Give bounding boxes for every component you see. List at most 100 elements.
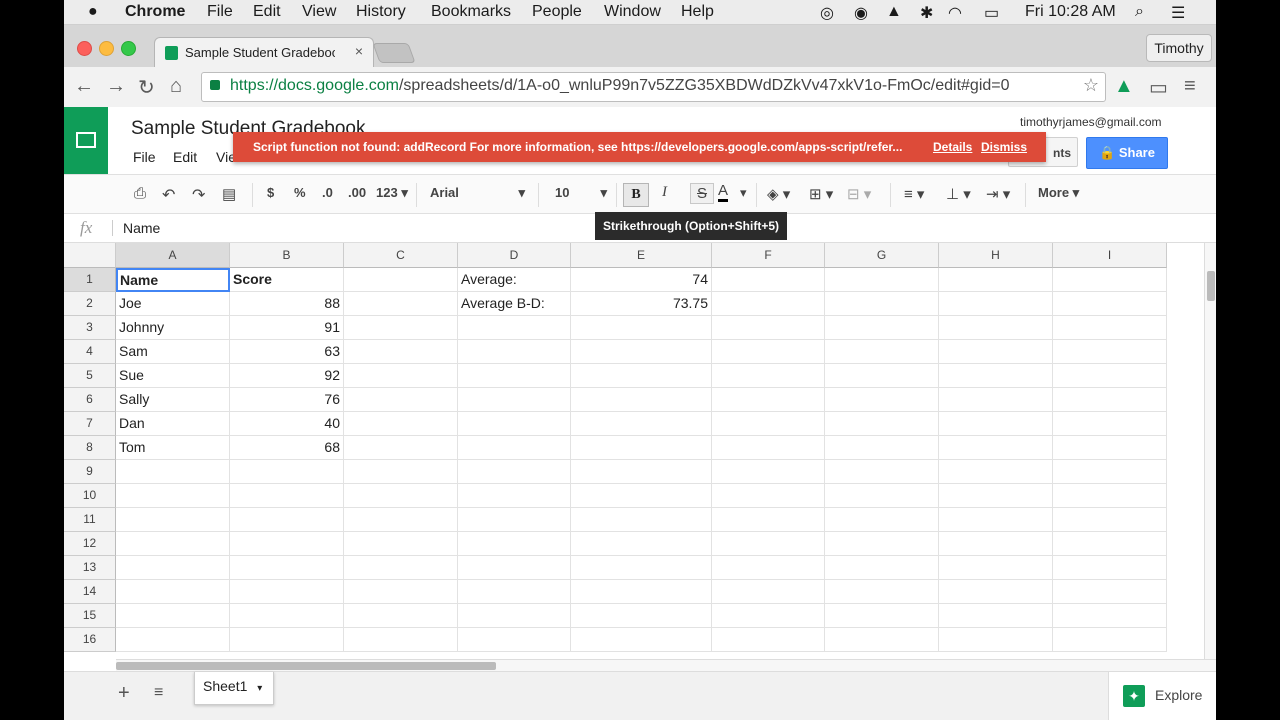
cell-f8[interactable] <box>712 436 825 460</box>
menubar-edit[interactable]: Edit <box>253 3 281 21</box>
cell-e12[interactable] <box>571 532 712 556</box>
cell-i11[interactable] <box>1053 508 1167 532</box>
cell-d14[interactable] <box>458 580 571 604</box>
cell-g16[interactable] <box>825 628 939 652</box>
cell-i5[interactable] <box>1053 364 1167 388</box>
borders-icon[interactable]: ⊞ ▾ <box>809 185 833 203</box>
creative-cloud-icon[interactable]: ◎ <box>820 3 834 23</box>
row-header-10[interactable]: 10 <box>64 484 116 508</box>
cell-d1[interactable]: Average: <box>458 268 571 292</box>
cell-f1[interactable] <box>712 268 825 292</box>
row-header-4[interactable]: 4 <box>64 340 116 364</box>
cell-c9[interactable] <box>344 460 458 484</box>
cell-d3[interactable] <box>458 316 571 340</box>
text-wrapping-icon[interactable]: ⇥ ▾ <box>986 185 1010 203</box>
menubar-clock[interactable]: Fri 10:28 AM <box>1025 3 1116 21</box>
cell-a9[interactable] <box>116 460 230 484</box>
cell-a3[interactable]: Johnny <box>116 316 230 340</box>
minimize-window-button[interactable] <box>99 41 114 56</box>
font-family-dropdown[interactable]: Arial ▾ <box>430 185 525 200</box>
cell-d9[interactable] <box>458 460 571 484</box>
cell-d6[interactable] <box>458 388 571 412</box>
cell-a13[interactable] <box>116 556 230 580</box>
cell-e6[interactable] <box>571 388 712 412</box>
cell-f7[interactable] <box>712 412 825 436</box>
browser-tab[interactable]: Sample Student Gradebook × <box>154 37 374 68</box>
cell-f10[interactable] <box>712 484 825 508</box>
cell-e9[interactable] <box>571 460 712 484</box>
cell-d7[interactable] <box>458 412 571 436</box>
cell-i10[interactable] <box>1053 484 1167 508</box>
notification-center-icon[interactable]: ☰ <box>1171 3 1185 23</box>
cell-i7[interactable] <box>1053 412 1167 436</box>
cell-d10[interactable] <box>458 484 571 508</box>
cell-d5[interactable] <box>458 364 571 388</box>
cell-h7[interactable] <box>939 412 1053 436</box>
paint-format-icon[interactable]: ▤ <box>222 185 236 203</box>
account-email[interactable]: timothyrjames@gmail.com <box>1020 115 1162 129</box>
cell-d2[interactable]: Average B-D: <box>458 292 571 316</box>
cell-i1[interactable] <box>1053 268 1167 292</box>
wifi-icon[interactable]: ◠ <box>948 3 962 23</box>
cell-f3[interactable] <box>712 316 825 340</box>
cell-a16[interactable] <box>116 628 230 652</box>
undo-icon[interactable]: ↶ <box>162 185 175 205</box>
cell-b9[interactable] <box>230 460 344 484</box>
cell-a6[interactable]: Sally <box>116 388 230 412</box>
cell-g6[interactable] <box>825 388 939 412</box>
select-all-corner[interactable] <box>64 243 116 268</box>
all-sheets-button[interactable]: ≡ <box>154 684 163 702</box>
cell-i15[interactable] <box>1053 604 1167 628</box>
cell-a12[interactable] <box>116 532 230 556</box>
row-header-7[interactable]: 7 <box>64 412 116 436</box>
cell-i12[interactable] <box>1053 532 1167 556</box>
cell-i16[interactable] <box>1053 628 1167 652</box>
cell-i9[interactable] <box>1053 460 1167 484</box>
explore-button[interactable]: ✦ Explore <box>1108 672 1216 720</box>
cell-e5[interactable] <box>571 364 712 388</box>
cell-f12[interactable] <box>712 532 825 556</box>
url-text[interactable]: https://docs.google.com/spreadsheets/d/1… <box>230 77 1010 95</box>
cell-g2[interactable] <box>825 292 939 316</box>
column-header-h[interactable]: H <box>939 243 1053 268</box>
cell-h15[interactable] <box>939 604 1053 628</box>
cell-c13[interactable] <box>344 556 458 580</box>
cell-b13[interactable] <box>230 556 344 580</box>
cell-c6[interactable] <box>344 388 458 412</box>
cell-e7[interactable] <box>571 412 712 436</box>
home-icon[interactable]: ⌂ <box>170 75 182 98</box>
cell-a11[interactable] <box>116 508 230 532</box>
cell-g5[interactable] <box>825 364 939 388</box>
menubar-view[interactable]: View <box>302 3 336 21</box>
row-header-11[interactable]: 11 <box>64 508 116 532</box>
cell-b1[interactable]: Score <box>230 268 344 292</box>
bluetooth-icon[interactable]: ✱ <box>920 3 933 23</box>
print-icon[interactable]: ⎙ <box>134 185 146 202</box>
menubar-people[interactable]: People <box>532 3 582 21</box>
cell-f4[interactable] <box>712 340 825 364</box>
cell-a4[interactable]: Sam <box>116 340 230 364</box>
error-details-link[interactable]: Details <box>933 132 972 162</box>
cell-e3[interactable] <box>571 316 712 340</box>
vertical-align-icon[interactable]: ⊥ ▾ <box>946 185 971 203</box>
cell-c7[interactable] <box>344 412 458 436</box>
cell-c8[interactable] <box>344 436 458 460</box>
cell-e10[interactable] <box>571 484 712 508</box>
text-color-button[interactable]: A <box>718 183 729 202</box>
font-size-dropdown[interactable]: 10 ▾ <box>555 185 607 200</box>
italic-button[interactable]: I <box>662 184 667 201</box>
cell-g4[interactable] <box>825 340 939 364</box>
bold-button[interactable]: B <box>623 183 649 207</box>
cell-g13[interactable] <box>825 556 939 580</box>
cell-b7[interactable]: 40 <box>230 412 344 436</box>
forward-icon[interactable]: → <box>106 75 126 98</box>
more-button[interactable]: More ▾ <box>1038 185 1079 201</box>
drive-extension-icon[interactable]: ▲ <box>1114 75 1134 98</box>
cell-h6[interactable] <box>939 388 1053 412</box>
spotlight-icon[interactable]: ⌕ <box>1135 3 1144 21</box>
cell-c14[interactable] <box>344 580 458 604</box>
row-header-15[interactable]: 15 <box>64 604 116 628</box>
cell-b14[interactable] <box>230 580 344 604</box>
row-header-8[interactable]: 8 <box>64 436 116 460</box>
menubar-file[interactable]: File <box>207 3 233 21</box>
